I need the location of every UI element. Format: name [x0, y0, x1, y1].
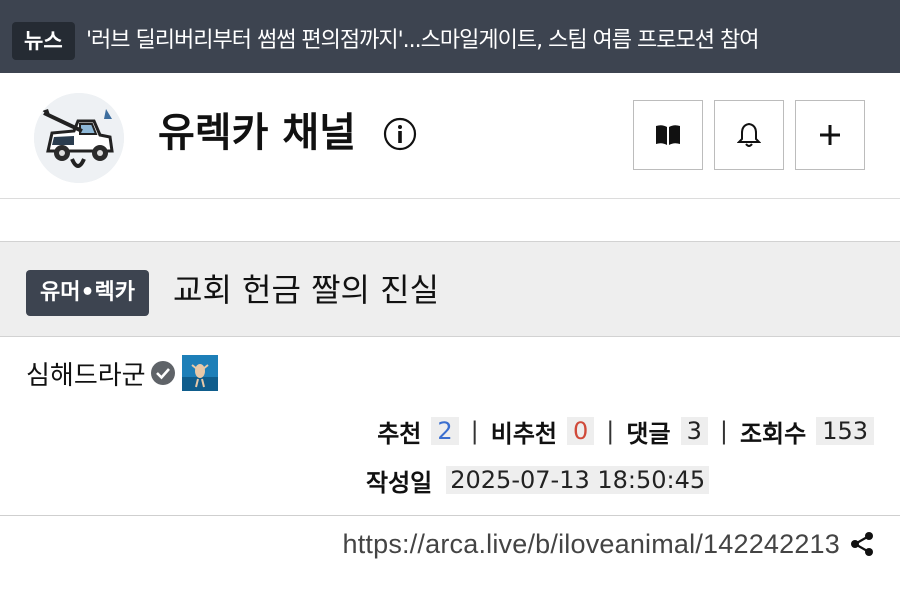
channel-avatar[interactable]: [34, 93, 124, 183]
news-headline-link[interactable]: '러브 딜리버리부터 썸썸 편의점까지'...스마일게이트, 스팀 여름 프로모…: [86, 22, 759, 60]
book-icon: [656, 125, 680, 145]
views-label: 조회수: [739, 419, 807, 448]
plus-icon: [820, 125, 840, 145]
recommend-label: 추천: [377, 419, 422, 448]
date-label: 작성일: [366, 468, 433, 497]
article-title: 교회 헌금 짤의 진실: [173, 271, 440, 309]
dislike-label: 비추천: [490, 419, 558, 448]
verified-check-icon: [150, 361, 175, 385]
comments-label: 댓글: [626, 419, 671, 448]
dislike-count: 0: [567, 417, 595, 445]
news-ticker-bar: 뉴스 '러브 딜리버리부터 썸썸 편의점까지'...스마일게이트, 스팀 여름 …: [0, 0, 900, 73]
info-icon[interactable]: [383, 117, 417, 151]
subscribe-channel-button[interactable]: [795, 100, 865, 170]
written-date: 작성일 2025-07-13 18:50:45: [366, 460, 710, 500]
spacer: [0, 199, 900, 241]
author-name[interactable]: 심해드라군: [26, 355, 146, 392]
author-badge-image-icon: [181, 355, 218, 391]
article-url-link[interactable]: https://arca.live/b/iloveanimal/14224221…: [342, 529, 840, 560]
date-value: 2025-07-13 18:50:45: [446, 466, 710, 494]
separator: |: [606, 417, 615, 445]
author-info: 심해드라군: [26, 354, 218, 392]
separator: |: [470, 417, 479, 445]
news-tag: 뉴스: [12, 22, 75, 60]
share-icon[interactable]: [848, 530, 876, 558]
article-title-bar: 유머•렉카 교회 헌금 짤의 진실: [0, 241, 900, 337]
divider: [0, 515, 900, 516]
separator: |: [719, 417, 728, 445]
bell-icon: [737, 122, 761, 147]
tow-truck-logo-icon: [34, 93, 124, 183]
channel-header: 유렉카 채널: [0, 73, 900, 199]
channel-title[interactable]: 유렉카 채널: [158, 105, 356, 161]
views-count: 153: [816, 417, 874, 445]
article-url-row: https://arca.live/b/iloveanimal/14224221…: [342, 522, 876, 566]
channel-info-button[interactable]: [633, 100, 703, 170]
article-stats: 추천 2 | 비추천 0 | 댓글 3 | 조회수 153: [377, 412, 874, 450]
category-badge[interactable]: 유머•렉카: [26, 270, 150, 316]
comments-count: 3: [680, 417, 708, 445]
recommend-count: 2: [431, 417, 459, 445]
subscribe-notification-button[interactable]: [714, 100, 784, 170]
